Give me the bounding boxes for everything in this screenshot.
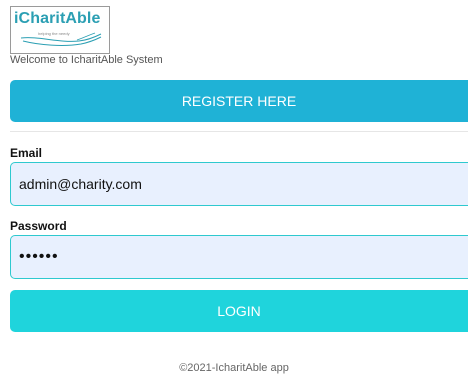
welcome-text: Welcome to IcharitAble System (10, 54, 163, 66)
email-label: Email (10, 146, 43, 160)
logo-brand-text: iCharitAble (14, 10, 101, 27)
email-field[interactable] (10, 162, 468, 206)
password-field[interactable] (10, 235, 468, 279)
app-logo: iCharitAble helping the needy (10, 6, 110, 54)
password-label: Password (10, 219, 67, 233)
hand-holding-icon (20, 32, 102, 46)
divider (10, 131, 468, 132)
footer-copyright: ©2021-IcharitAble app (179, 362, 289, 374)
register-button[interactable]: REGISTER HERE (10, 80, 468, 122)
login-button[interactable]: LOGIN (10, 290, 468, 332)
